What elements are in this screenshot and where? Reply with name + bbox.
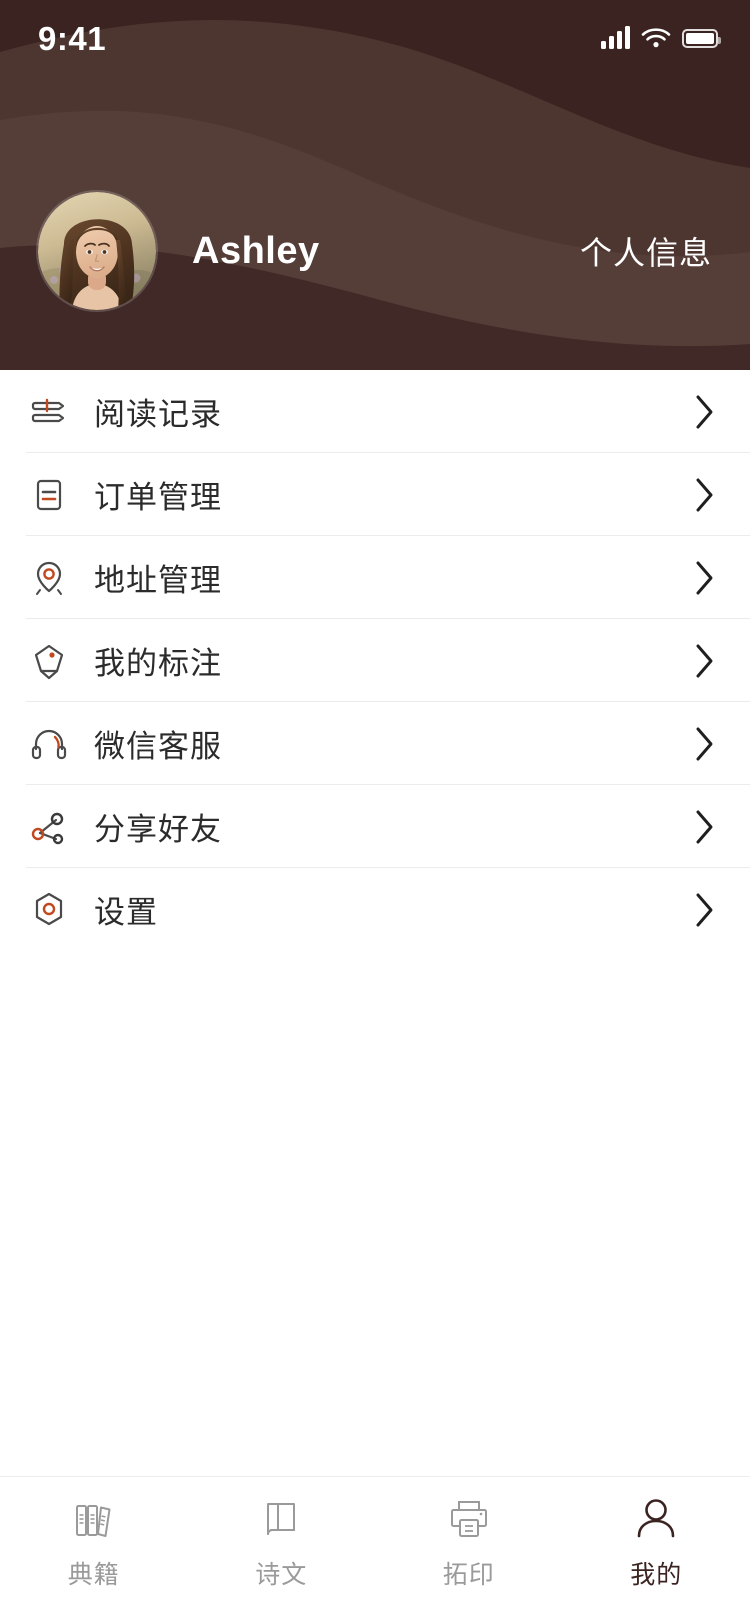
menu-item-share-friends[interactable]: 分享好友 [0,785,750,868]
tab-poetry[interactable]: 诗文 [188,1491,376,1611]
profile-header: 9:41 Ashley 个人信息 [0,0,750,370]
bookmark-tag-icon [26,638,72,684]
cellular-signal-icon [601,26,630,49]
bottom-tab-bar: 典籍 诗文 拓印 我的 [0,1476,750,1624]
username: Ashley [192,229,320,272]
share-nodes-icon [26,804,72,850]
chevron-right-icon [696,644,713,677]
order-list-icon [26,472,72,518]
menu-item-label: 设置 [94,895,158,930]
headset-icon [26,721,72,767]
user-avatar-photo [38,192,156,310]
menu-list: 阅读记录 订单管理 地址管理 我的标注 微信客服 分享好友 设置 [0,370,750,951]
tab-label: 我的 [630,1561,683,1589]
menu-item-label: 阅读记录 [94,397,222,432]
personal-info-link[interactable]: 个人信息 [580,228,712,274]
chevron-right-icon [696,478,713,511]
location-pin-icon [26,555,72,601]
tab-label: 拓印 [442,1561,495,1589]
tab-label: 诗文 [255,1561,308,1589]
books-stack-icon [26,389,72,435]
menu-item-reading-records[interactable]: 阅读记录 [0,370,750,453]
menu-item-label: 订单管理 [94,480,222,515]
bookshelf-icon [67,1491,121,1547]
tab-label: 典籍 [67,1561,120,1589]
chevron-right-icon [696,893,713,926]
menu-item-order-management[interactable]: 订单管理 [0,453,750,536]
chevron-right-icon [696,810,713,843]
menu-item-label: 分享好友 [94,812,222,847]
tab-classics[interactable]: 典籍 [0,1491,188,1611]
open-book-icon [254,1491,308,1547]
status-bar-indicators [601,26,721,49]
tab-mine[interactable]: 我的 [563,1491,750,1611]
settings-gear-icon [26,887,72,933]
menu-item-wechat-support[interactable]: 微信客服 [0,702,750,785]
menu-item-address-management[interactable]: 地址管理 [0,536,750,619]
wifi-icon [641,28,671,48]
profile-row: Ashley 个人信息 [0,186,750,316]
printer-icon [442,1491,496,1547]
avatar[interactable] [38,192,156,310]
person-icon [629,1491,683,1547]
menu-item-label: 微信客服 [94,729,222,764]
menu-item-my-annotations[interactable]: 我的标注 [0,619,750,702]
menu-item-label: 我的标注 [94,646,222,681]
chevron-right-icon [696,727,713,760]
status-bar-time: 9:41 [38,19,107,57]
tab-rubbing[interactable]: 拓印 [375,1491,563,1611]
battery-icon [682,28,721,48]
menu-item-label: 地址管理 [94,563,222,598]
app-root: 9:41 Ashley 个人信息 阅读记录 订单管理 地址管理 我的标注 微信客… [0,0,750,1624]
menu-item-settings[interactable]: 设置 [0,868,750,951]
chevron-right-icon [696,395,713,428]
chevron-right-icon [696,561,713,594]
status-bar: 9:41 [0,0,750,76]
